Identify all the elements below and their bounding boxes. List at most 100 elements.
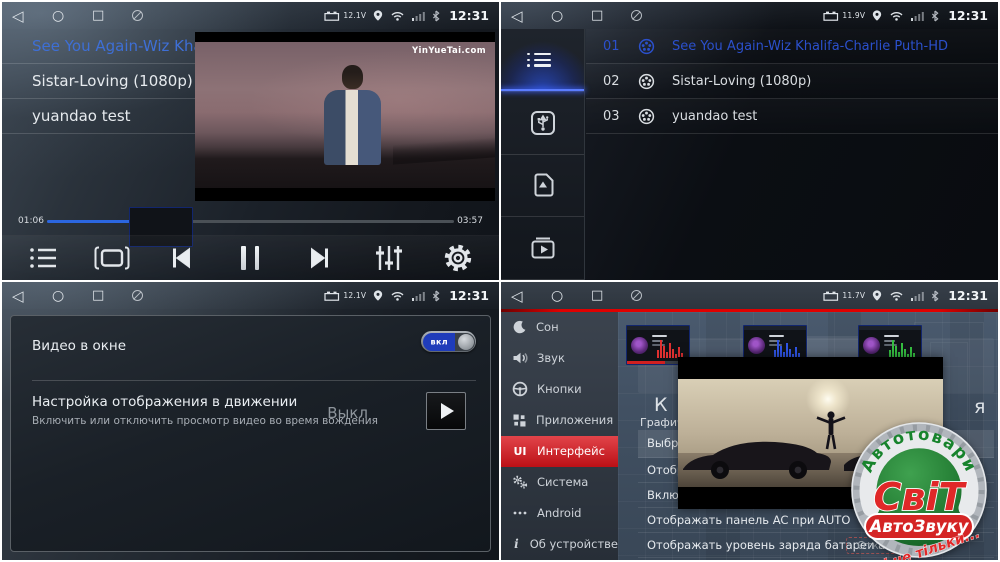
dots-icon [512,510,528,516]
menu-item-interface[interactable]: UI Интерфейс [501,436,618,467]
settings-gear-button[interactable] [436,238,480,278]
video-folder-icon [530,235,556,261]
home-button[interactable]: ○ [551,8,591,24]
back-button[interactable]: ◁ [12,7,52,25]
menu-item-system[interactable]: Система [501,467,618,498]
battery-voltage: 12.1V [343,291,366,300]
divider [32,380,476,381]
video-scene: YinYueTai.com [195,42,495,188]
settings-panel: Видео в окне вкл Настройка отображения в… [10,315,491,552]
screenshot-grid: ◁ ○ □ 12.1V 12:31 See You Again-Wiz Kha.… [0,0,1000,562]
battery-icon: 11.9V [823,11,865,21]
home-button[interactable]: ○ [52,8,92,24]
playlist-item[interactable]: See You Again-Wiz Kha... [2,29,195,64]
sidebar-item-video-files[interactable] [501,217,584,280]
home-button[interactable]: ○ [551,288,591,304]
theme-name-partial: я [974,396,985,418]
location-icon [373,289,383,302]
mute-icon [631,6,657,25]
next-button[interactable] [298,238,342,278]
battery-voltage: 12.1V [343,11,366,20]
source-sidebar [501,29,585,280]
aspect-scale-button[interactable] [90,238,134,278]
ui-icon: UI [512,445,528,458]
menu-item-about[interactable]: i Об устройстве [501,529,618,560]
back-button[interactable]: ◁ [511,7,551,25]
clock: 12:31 [449,288,489,303]
quadrant-ui-settings: ◁ ○ □ 11.7V 12:31 Сон [501,282,998,560]
menu-item-sound[interactable]: Звук [501,343,618,374]
menu-item-android[interactable]: Android [501,498,618,529]
playlist-button[interactable] [21,238,65,278]
wifi-icon [889,290,904,301]
battery-voltage: 11.9V [842,11,865,20]
status-bar: ◁ ○ □ 12.1V 12:31 [2,2,499,29]
recents-button[interactable]: □ [92,288,132,303]
bluetooth-icon [432,10,440,22]
mute-icon [132,286,158,305]
sidebar-item-playlist[interactable] [501,29,584,92]
previous-button[interactable] [159,238,203,278]
film-reel-icon [638,73,672,90]
playlist-item[interactable]: yuandao test [2,99,195,134]
recents-button[interactable]: □ [591,8,631,23]
bluetooth-icon [432,290,440,302]
sidebar-item-usb[interactable] [501,92,584,155]
location-icon [872,9,882,22]
home-button[interactable]: ○ [52,288,92,304]
bluetooth-icon [931,10,939,22]
clock: 12:31 [948,8,988,23]
status-bar: ◁ ○ □ 11.9V 12:31 [501,2,998,29]
expand-play-button[interactable] [426,392,466,430]
seek-row: 01:06 03:57 [2,208,499,234]
video-in-window-toggle[interactable]: вкл [421,331,476,352]
video-surface[interactable]: YinYueTai.com [195,32,495,201]
battery-icon: 11.7V [823,291,865,301]
logo-main-text: СвіТ [874,475,968,519]
mute-icon [631,286,657,305]
location-icon [872,289,882,302]
setting-label: Видео в окне [32,338,126,354]
track-number: 03 [586,109,638,124]
wifi-icon [390,10,405,21]
playlist-item[interactable]: Sistar-Loving (1080p) [2,64,195,99]
track-number: 02 [586,74,638,89]
back-button[interactable]: ◁ [12,287,52,305]
menu-label: Система [537,475,588,489]
back-button[interactable]: ◁ [511,287,551,305]
quadrant-video-settings: ◁ ○ □ 12.1V 12:31 Видео в окне вкл [2,282,499,560]
file-row[interactable]: 02 Sistar-Loving (1080p) [586,64,998,99]
speaker-icon [512,351,528,365]
toggle-knob [458,334,474,350]
watermark: YinYueTai.com [412,46,486,56]
menu-label: Об устройстве [530,537,618,551]
location-icon [373,9,383,22]
menu-item-apps[interactable]: Приложения [501,405,618,436]
moon-icon [512,320,527,335]
film-reel-icon [638,108,672,125]
menu-item-buttons[interactable]: Кнопки [501,374,618,405]
track-number: 01 [586,39,638,54]
track-title: Sistar-Loving (1080p) [672,74,811,89]
equalizer-button[interactable] [367,238,411,278]
play-icon [441,403,454,419]
steering-wheel-icon [512,381,528,397]
wifi-icon [889,10,904,21]
menu-label: Android [537,506,581,520]
elapsed-time: 01:06 [18,216,44,226]
recents-button[interactable]: □ [92,8,132,23]
singer-silhouette [318,65,388,188]
pause-button[interactable] [228,238,272,278]
recents-button[interactable]: □ [591,288,631,303]
seek-bar[interactable] [47,220,454,223]
film-reel-icon [638,38,672,55]
setting-value: Выкл [327,404,368,422]
battery-icon: 12.1V [324,11,366,21]
file-row[interactable]: 01 See You Again-Wiz Khalifa-Charlie Put… [586,29,998,64]
sidebar-item-sdcard[interactable] [501,155,584,218]
red-accent-line [501,309,998,312]
menu-item-sleep[interactable]: Сон [501,312,618,343]
menu-label: Сон [536,320,559,334]
svit-avtozvuku-logo: Автотовари СвіТ АвтоЗвуку і не тільки... [849,420,989,560]
file-row[interactable]: 03 yuandao test [586,99,998,134]
